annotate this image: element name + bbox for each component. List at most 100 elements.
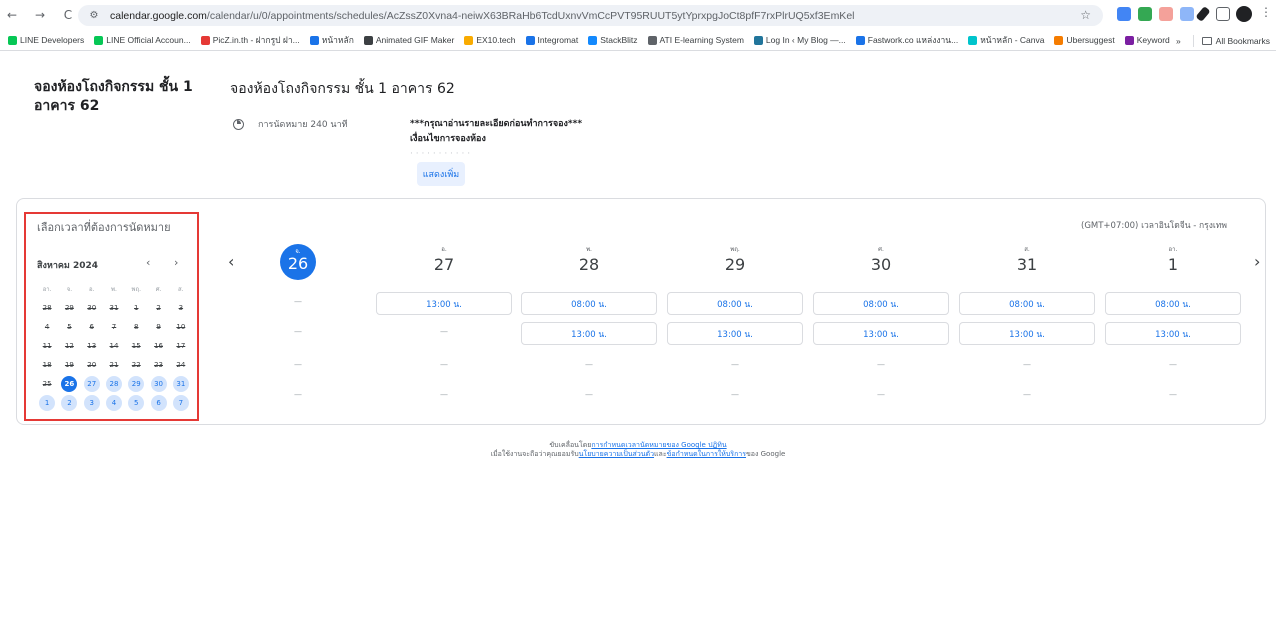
day-number: 16: [154, 341, 163, 350]
extensions-puzzle-icon[interactable]: [1216, 7, 1230, 21]
mini-calendar-day[interactable]: 5: [125, 394, 147, 411]
day-number: 30: [87, 303, 97, 312]
day-number: 21: [109, 360, 119, 369]
empty-slot: —: [877, 360, 885, 369]
privacy-policy-link[interactable]: นโยบายความเป็นส่วนตัว: [579, 450, 654, 458]
day-number: 2: [156, 303, 161, 312]
mini-calendar-day: 29: [58, 304, 80, 312]
pen-extension-icon[interactable]: [1195, 6, 1211, 22]
bookmark-item[interactable]: Fastwork.co แหล่งงาน...: [855, 33, 958, 47]
forward-icon[interactable]: →: [32, 8, 48, 22]
mini-calendar-day[interactable]: 27: [81, 375, 103, 392]
empty-slot: —: [294, 390, 302, 399]
day-number: 18: [42, 360, 52, 369]
mini-calendar-day[interactable]: 28: [103, 375, 125, 392]
folder-icon: [1201, 37, 1212, 45]
all-bookmarks-button[interactable]: » All Bookmarks: [1169, 35, 1270, 47]
mini-calendar-day[interactable]: 31: [170, 375, 192, 392]
day-number: 28: [42, 303, 52, 312]
bookmark-item[interactable]: หน้าหลัก: [309, 33, 354, 47]
site-info-icon[interactable]: ⚙: [86, 8, 102, 24]
mini-calendar-day: 3: [170, 304, 192, 312]
bookmark-item[interactable]: Animated GIF Maker: [363, 35, 454, 45]
empty-slot: —: [1023, 390, 1031, 399]
bookmark-favicon-icon: [1124, 35, 1134, 45]
mini-calendar-day[interactable]: 4: [103, 394, 125, 411]
footer: ขับเคลื่อนโดยการกำหนดเวลานัดหมายของ Goog…: [0, 441, 1276, 459]
today-date-circle: จ. 26: [280, 244, 316, 280]
time-slot-button[interactable]: 08:00 น.: [667, 292, 803, 315]
mini-calendar-day: 7: [103, 323, 125, 331]
url-text[interactable]: calendar.google.com/calendar/u/0/appoint…: [110, 10, 1010, 22]
empty-slot: —: [440, 360, 448, 369]
bookmark-label: StackBlitz: [600, 35, 638, 45]
bookmark-label: Integromat: [537, 35, 579, 45]
bookmark-item[interactable]: EX10.tech: [464, 35, 516, 45]
empty-slot: —: [1169, 360, 1177, 369]
bookmark-item[interactable]: Log In ‹ My Blog —...: [753, 35, 846, 45]
day-number: 3: [83, 394, 100, 411]
timezone-selector[interactable]: (GMT+07:00) เวลาอินโดจีน - กรุงเทพ: [1081, 218, 1227, 232]
next-week-icon[interactable]: ›: [1254, 252, 1260, 271]
time-slot-button[interactable]: 13:00 น.: [959, 322, 1095, 345]
bookmark-item[interactable]: Integromat: [525, 35, 579, 45]
time-slot-button[interactable]: 13:00 น.: [1105, 322, 1241, 345]
footer-text: เมื่อใช้งานจะถือว่าคุณยอมรับ: [490, 450, 579, 458]
next-month-icon[interactable]: ›: [174, 256, 178, 269]
day-number: 29: [128, 375, 145, 392]
extension-icon[interactable]: [1159, 7, 1173, 21]
back-icon[interactable]: ←: [4, 8, 20, 22]
mini-calendar-week: 11 12 13 14 15 16 17: [36, 336, 192, 355]
divider: [1192, 35, 1194, 47]
bookmark-item[interactable]: Ubersuggest: [1054, 35, 1115, 45]
mini-calendar-day: 9: [147, 323, 169, 331]
show-more-button[interactable]: แสดงเพิ่ม: [417, 162, 465, 186]
terms-link[interactable]: ข้อกำหนดในการให้บริการ: [667, 450, 746, 458]
time-slot-button[interactable]: 08:00 น.: [1105, 292, 1241, 315]
bookmark-star-icon[interactable]: ☆: [1080, 8, 1091, 22]
bookmark-item[interactable]: LINE Official Accoun...: [94, 35, 191, 45]
prev-month-icon[interactable]: ‹: [146, 256, 150, 269]
mini-calendar-day[interactable]: 7: [170, 394, 192, 411]
mini-calendar-day: 4: [36, 323, 58, 331]
sidebar-title: จองห้องโถงกิจกรรม ชั้น 1 อาคาร 62: [34, 79, 193, 114]
reload-icon[interactable]: C: [60, 8, 76, 22]
day-number: 11: [42, 341, 52, 350]
mini-calendar-day[interactable]: 30: [147, 375, 169, 392]
mini-calendar-day[interactable]: 29: [125, 375, 147, 392]
time-slot-button[interactable]: 08:00 น.: [959, 292, 1095, 315]
bookmark-item[interactable]: ATI E-learning System: [647, 35, 744, 45]
bookmark-item[interactable]: หน้าหลัก - Canva: [968, 33, 1044, 47]
mini-calendar-day[interactable]: 2: [58, 394, 80, 411]
extension-icon[interactable]: [1117, 7, 1131, 21]
extension-icon[interactable]: [1138, 7, 1152, 21]
calendar-scheduling-link[interactable]: การกำหนดเวลานัดหมายของ Google ปฏิทิน: [591, 441, 726, 449]
day-number: 4: [44, 322, 50, 331]
time-slot-button[interactable]: 08:00 น.: [521, 292, 657, 315]
profile-avatar[interactable]: [1236, 6, 1252, 22]
mini-calendar-day[interactable]: 1: [36, 394, 58, 411]
bookmark-label: หน้าหลัก: [321, 35, 354, 45]
mini-calendar-day[interactable]: 6: [147, 394, 169, 411]
extension-icon[interactable]: [1180, 7, 1194, 21]
prev-week-icon[interactable]: ‹: [228, 252, 234, 271]
mini-calendar-day[interactable]: 26: [58, 375, 80, 392]
time-slot-button[interactable]: 08:00 น.: [813, 292, 949, 315]
browser-menu-icon[interactable]: ⋮: [1260, 5, 1272, 19]
bookmark-item[interactable]: LINE Developers: [8, 35, 84, 45]
day-number: 25: [42, 379, 52, 388]
address-bar[interactable]: ⚙ calendar.google.com/calendar/u/0/appoi…: [78, 5, 1103, 26]
bookmark-item[interactable]: PicZ.in.th - ฝากรูป ฝา...: [200, 33, 300, 47]
time-slot-button[interactable]: 13:00 น.: [667, 322, 803, 345]
weekday-header: จ.: [66, 285, 73, 293]
bookmark-item[interactable]: StackBlitz: [588, 35, 638, 45]
bookmarks-overflow-icon[interactable]: »: [1176, 36, 1181, 46]
time-slot-button[interactable]: 13:00 น.: [813, 322, 949, 345]
mini-calendar-day[interactable]: 3: [81, 394, 103, 411]
day-number: 9: [156, 322, 161, 331]
mini-calendar-day: 6: [81, 323, 103, 331]
empty-slot: —: [294, 327, 302, 336]
time-slot-button[interactable]: 13:00 น.: [376, 292, 512, 315]
day-number: 15: [131, 341, 141, 350]
time-slot-button[interactable]: 13:00 น.: [521, 322, 657, 345]
